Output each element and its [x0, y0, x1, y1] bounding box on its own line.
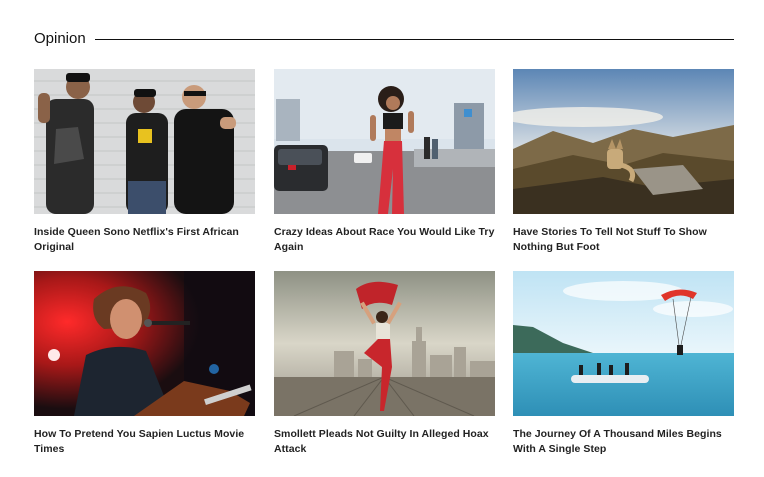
article-thumbnail[interactable] — [34, 69, 255, 214]
section-header: Opinion — [34, 29, 734, 49]
article-thumbnail[interactable] — [34, 271, 255, 416]
section-divider — [94, 38, 734, 40]
article-card[interactable]: Inside Queen Sono Netflix's First Africa… — [34, 69, 255, 255]
article-card[interactable]: Crazy Ideas About Race You Would Like Tr… — [274, 69, 495, 255]
article-thumbnail[interactable] — [274, 69, 495, 214]
article-card[interactable]: The Journey Of A Thousand Miles Begins W… — [513, 271, 734, 457]
section-title: Opinion — [34, 30, 86, 47]
article-card[interactable]: Smollett Pleads Not Guilty In Alleged Ho… — [274, 271, 495, 457]
article-title[interactable]: Inside Queen Sono Netflix's First Africa… — [34, 225, 255, 255]
article-title[interactable]: Smollett Pleads Not Guilty In Alleged Ho… — [274, 427, 495, 457]
article-title[interactable]: How To Pretend You Sapien Luctus Movie T… — [34, 427, 255, 457]
article-title[interactable]: Crazy Ideas About Race You Would Like Tr… — [274, 225, 495, 255]
article-thumbnail[interactable] — [513, 271, 734, 416]
article-title[interactable]: The Journey Of A Thousand Miles Begins W… — [513, 427, 734, 457]
article-title[interactable]: Have Stories To Tell Not Stuff To Show N… — [513, 225, 734, 255]
article-card[interactable]: Have Stories To Tell Not Stuff To Show N… — [513, 69, 734, 255]
article-thumbnail[interactable] — [274, 271, 495, 416]
article-thumbnail[interactable] — [513, 69, 734, 214]
article-card[interactable]: How To Pretend You Sapien Luctus Movie T… — [34, 271, 255, 457]
